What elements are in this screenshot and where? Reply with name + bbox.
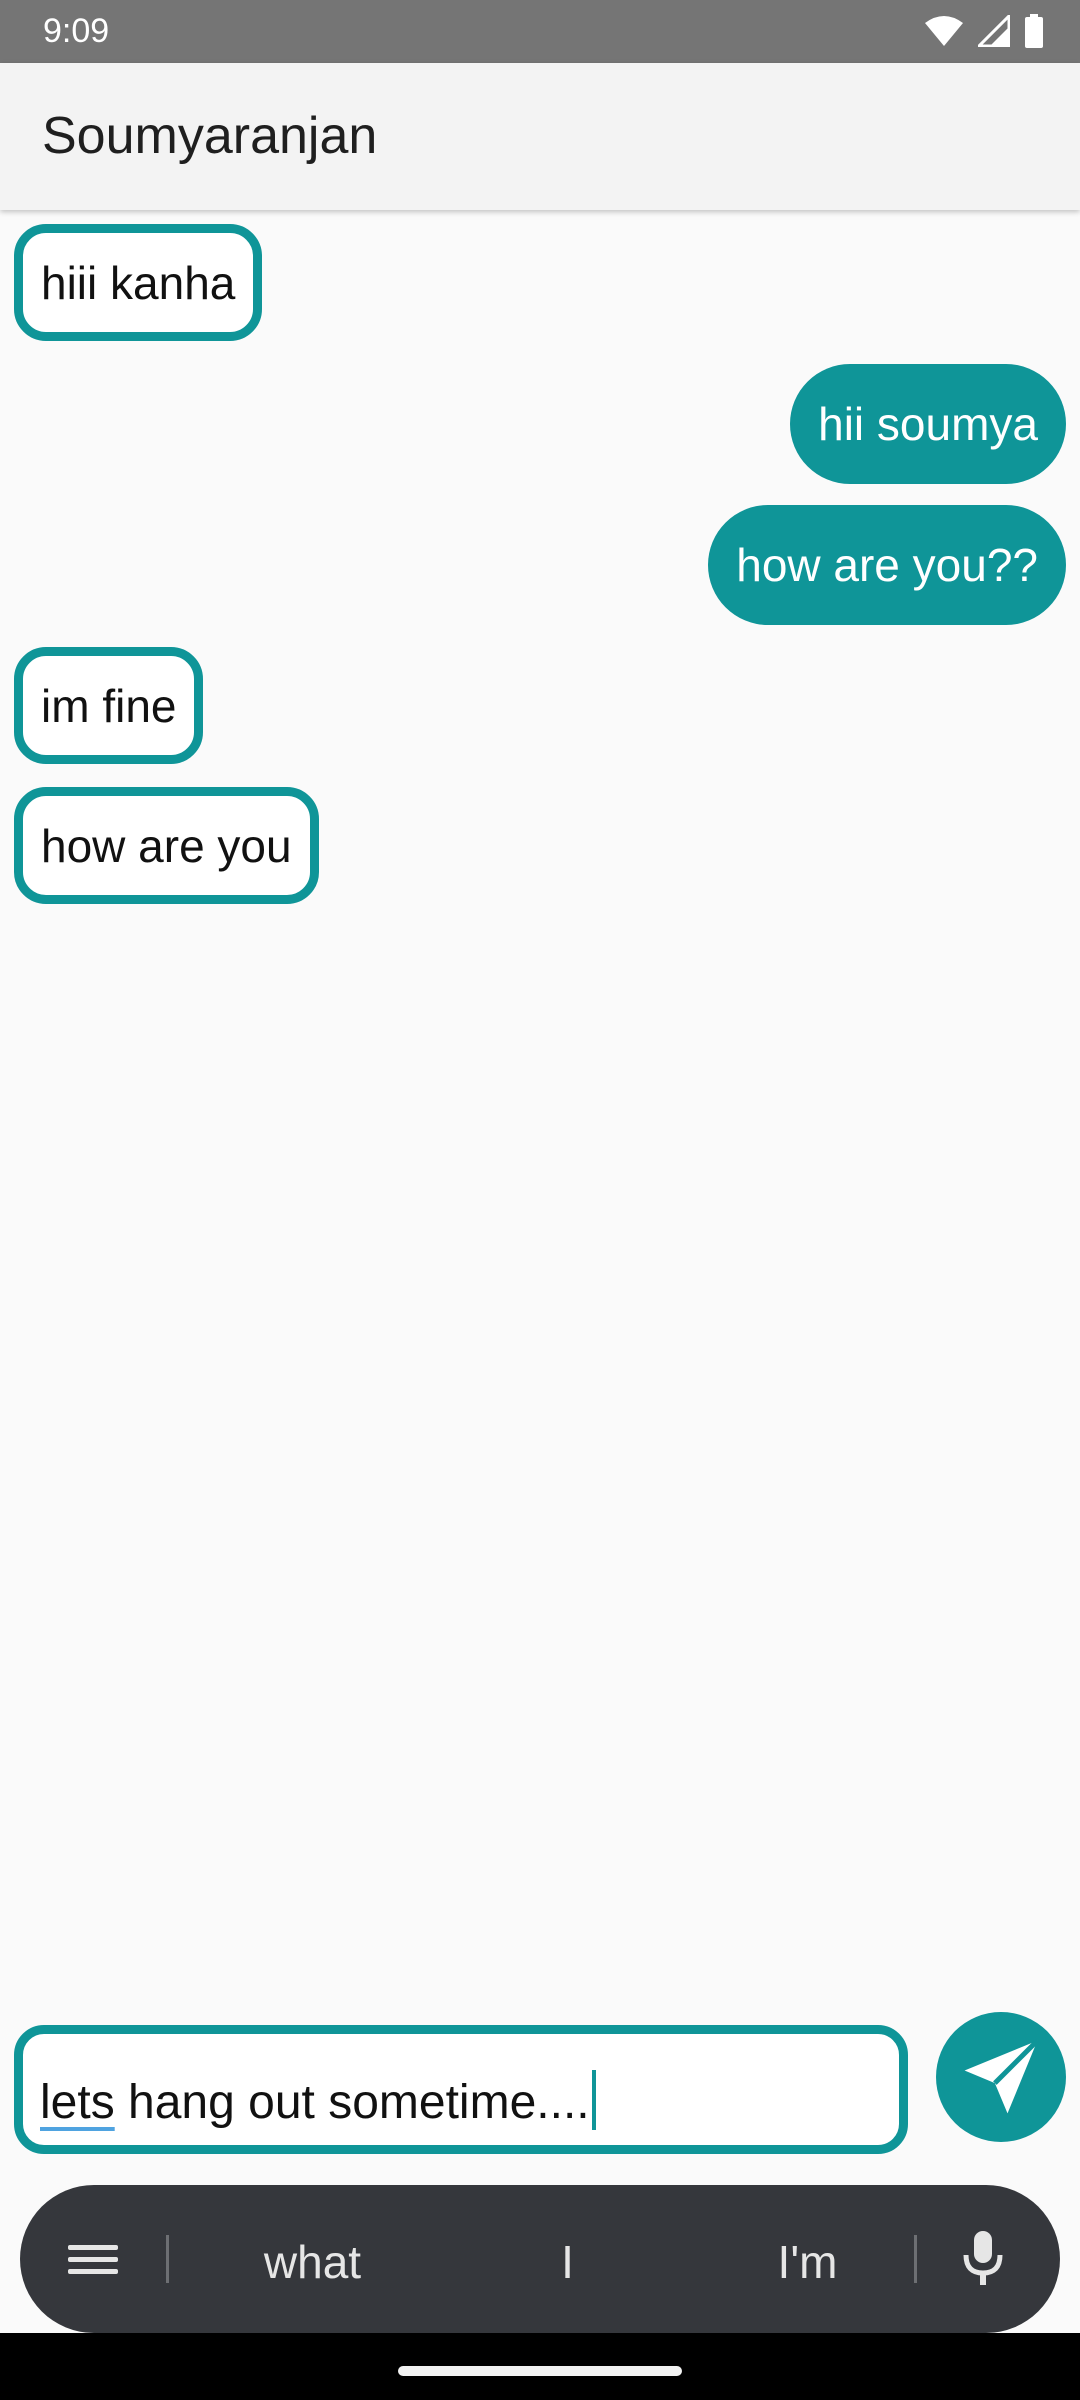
status-time: 9:09	[43, 12, 110, 50]
cellular-signal-icon	[978, 15, 1010, 47]
send-button[interactable]	[936, 2012, 1066, 2142]
message-bubble-incoming[interactable]: im fine	[14, 647, 204, 764]
status-icons	[924, 14, 1044, 48]
microphone-icon[interactable]	[960, 2229, 1006, 2289]
suggestion-i[interactable]: I	[445, 2235, 690, 2289]
app-bar: Soumyaranjan	[0, 63, 1080, 210]
conversation-title: Soumyaranjan	[42, 107, 378, 165]
menu-icon[interactable]	[68, 2235, 120, 2283]
wifi-icon	[925, 16, 963, 46]
keyboard-suggestion-strip: what I I'm	[20, 2185, 1060, 2333]
message-input-rest: hang out sometime....	[114, 2076, 590, 2129]
home-gesture-handle[interactable]	[398, 2366, 682, 2376]
message-bubble-incoming[interactable]: hiii kanha	[14, 224, 263, 341]
suggestion-divider	[914, 2235, 917, 2283]
suggestion-what[interactable]: what	[190, 2235, 435, 2289]
suggestion-im[interactable]: I'm	[685, 2235, 930, 2289]
message-list[interactable]: hiii kanha hii soumya how are you?? im f…	[0, 210, 1080, 2010]
message-input[interactable]: lets hang out sometime....	[14, 2025, 908, 2154]
spellcheck-word[interactable]: lets	[40, 2076, 115, 2129]
message-bubble-outgoing[interactable]: hii soumya	[790, 364, 1066, 484]
suggestion-divider	[166, 2235, 169, 2283]
status-bar: 9:09	[0, 0, 1080, 63]
battery-icon	[1025, 14, 1043, 48]
message-input-text[interactable]: lets hang out sometime....	[40, 2070, 596, 2130]
message-bubble-outgoing[interactable]: how are you??	[708, 505, 1066, 625]
message-bubble-incoming[interactable]: how are you	[14, 787, 319, 904]
navigation-bar	[0, 2333, 1080, 2400]
text-cursor	[591, 2070, 596, 2130]
send-icon	[964, 2038, 1040, 2114]
